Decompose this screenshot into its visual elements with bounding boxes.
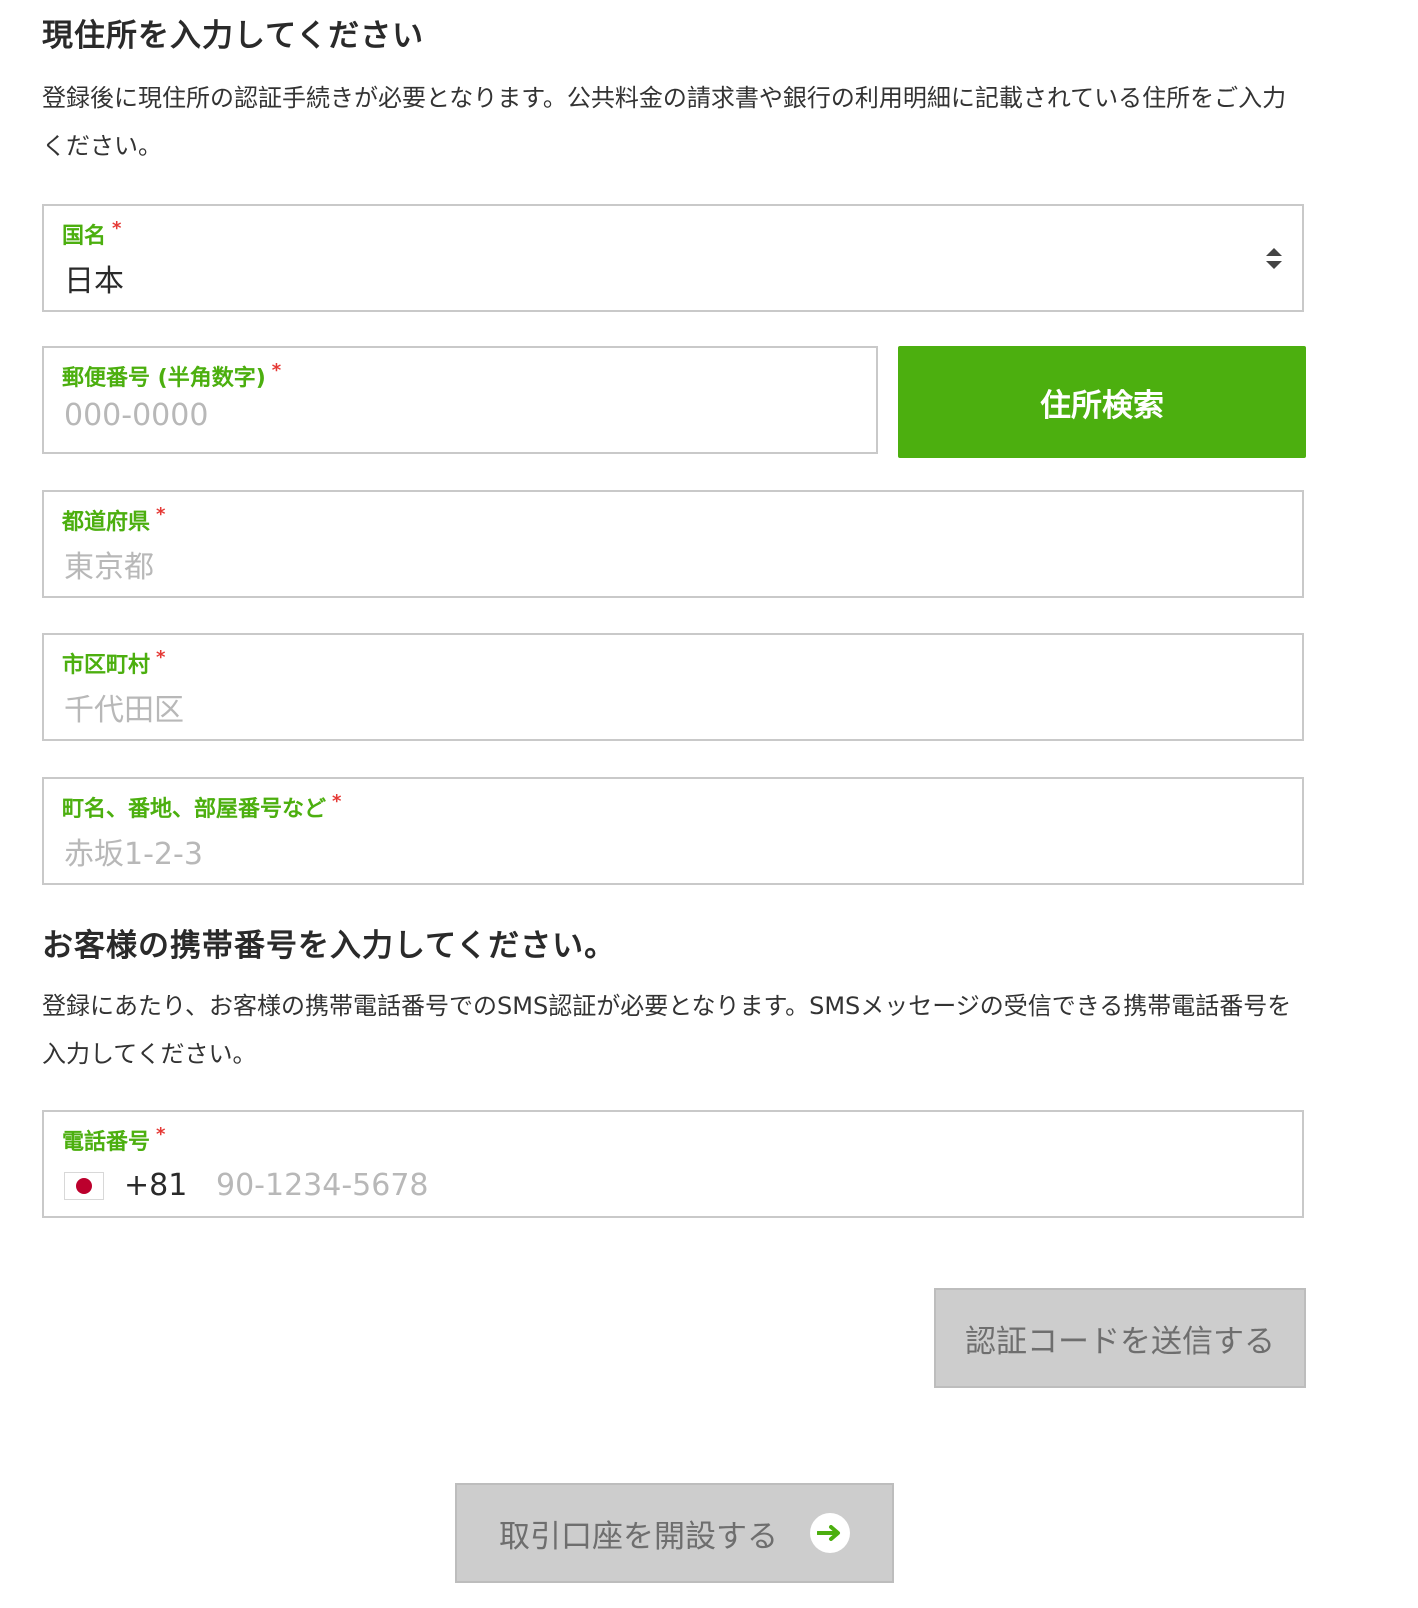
postal-code-label: 郵便番号 (半角数字) * <box>62 360 282 391</box>
street-label: 町名、番地、部屋番号など * <box>62 791 342 822</box>
postal-code-field[interactable]: 郵便番号 (半角数字) * 000-0000 <box>42 346 878 454</box>
select-arrows-icon <box>1266 248 1282 269</box>
phone-input[interactable]: 90-1234-5678 <box>216 1168 429 1203</box>
dial-code: +81 <box>124 1168 188 1203</box>
required-mark: * <box>112 218 122 239</box>
street-input[interactable]: 赤坂1-2-3 <box>64 829 203 873</box>
address-section-description: 登録後に現住所の認証手続きが必要となります。公共料金の請求書や銀行の利用明細に記… <box>42 84 1287 160</box>
phone-section-description: 登録にあたり、お客様の携帯電話番号でのSMS認証が必要となります。SMSメッセー… <box>42 992 1292 1068</box>
address-section-title: 現住所を入力してください <box>42 18 425 54</box>
required-mark: * <box>271 360 282 381</box>
prefecture-input[interactable]: 東京都 <box>64 542 154 586</box>
required-mark: * <box>156 647 166 668</box>
open-account-button[interactable]: 取引口座を開設する <box>455 1483 894 1583</box>
arrow-right-icon <box>810 1513 850 1553</box>
country-value: 日本 <box>64 264 124 299</box>
prefecture-field[interactable]: 都道府県 * 東京都 <box>42 490 1304 598</box>
required-mark: * <box>156 504 166 525</box>
phone-field[interactable]: 電話番号 * +81 90-1234-5678 <box>42 1110 1304 1218</box>
street-field[interactable]: 町名、番地、部屋番号など * 赤坂1-2-3 <box>42 777 1304 885</box>
open-account-label: 取引口座を開設する <box>499 1518 778 1555</box>
phone-section-title: お客様の携帯番号を入力してください。 <box>42 928 617 964</box>
japan-flag-icon[interactable] <box>64 1172 104 1200</box>
phone-label: 電話番号 * <box>62 1124 166 1155</box>
required-mark: * <box>156 1124 166 1145</box>
send-code-button[interactable]: 認証コードを送信する <box>934 1288 1306 1388</box>
required-mark: * <box>332 791 342 812</box>
city-field[interactable]: 市区町村 * 千代田区 <box>42 633 1304 741</box>
postal-code-input[interactable]: 000-0000 <box>64 398 208 433</box>
country-select[interactable]: 国名 * 日本 <box>42 204 1304 312</box>
prefecture-label: 都道府県 * <box>62 504 166 535</box>
address-search-button[interactable]: 住所検索 <box>898 346 1306 458</box>
city-label: 市区町村 * <box>62 647 166 678</box>
city-input[interactable]: 千代田区 <box>64 685 184 729</box>
country-label: 国名 * <box>62 218 122 249</box>
